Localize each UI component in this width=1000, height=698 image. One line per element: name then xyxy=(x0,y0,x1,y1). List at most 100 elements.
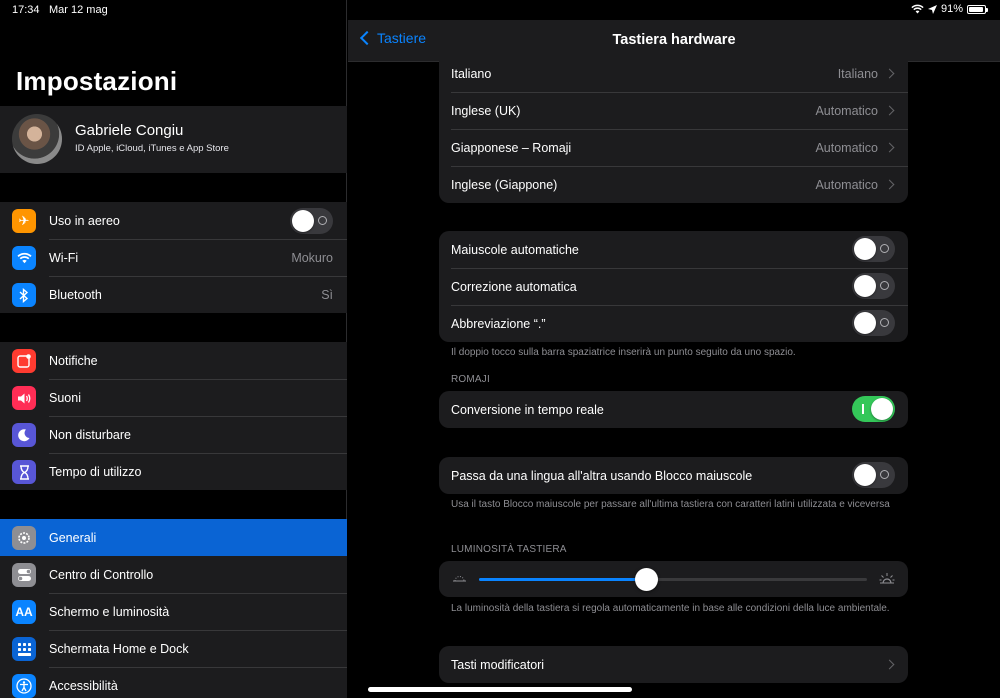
sidebar-item-label: Uso in aereo xyxy=(49,213,120,228)
gear-icon xyxy=(12,526,36,550)
sidebar-item-airplane-mode[interactable]: ✈ Uso in aereo xyxy=(0,202,347,239)
grid-icon xyxy=(12,637,36,661)
live-conversion-row: Conversione in tempo reale xyxy=(439,391,908,428)
sidebar-item-label: Accessibilità xyxy=(49,678,118,693)
option-label: Abbreviazione “.” xyxy=(451,316,546,331)
page-title: Tastiera hardware xyxy=(612,32,736,48)
option-label: Correzione automatica xyxy=(451,279,577,294)
accessibility-icon xyxy=(12,674,36,698)
keyboard-label: Giapponese – Romaji xyxy=(451,140,572,155)
status-bar: 17:34 Mar 12 mag 91% xyxy=(0,0,1000,20)
sidebar-item-home-dock[interactable]: Schermata Home e Dock xyxy=(0,630,347,667)
keyboard-row-japanese-romaji[interactable]: Giapponese – Romaji Automatico xyxy=(439,129,908,166)
brightness-slider-thumb[interactable] xyxy=(634,568,658,591)
avatar xyxy=(12,114,62,164)
chevron-right-icon xyxy=(884,659,895,670)
modifier-keys-list: Tasti modificatori xyxy=(439,646,908,683)
caps-lock-options-list: Passa da una lingua all'altra usando Blo… xyxy=(439,457,908,494)
keyboard-layout-value: Automatico xyxy=(815,140,878,155)
sidebar-item-wifi[interactable]: Wi-Fi Mokuro xyxy=(0,239,347,276)
sidebar-item-general[interactable]: Generali xyxy=(0,519,347,556)
sidebar-item-sounds[interactable]: Suoni xyxy=(0,379,347,416)
location-icon xyxy=(927,4,937,14)
option-label: Maiuscole automatiche xyxy=(451,242,579,257)
brightness-high-icon xyxy=(879,572,895,587)
airplane-icon: ✈ xyxy=(12,209,36,233)
keyboard-languages-list: Italiano Italiano Inglese (UK) Automatic… xyxy=(439,55,908,203)
sidebar-item-screen-time[interactable]: Tempo di utilizzo xyxy=(0,453,347,490)
caps-lock-footnote: Usa il tasto Blocco maiuscole per passar… xyxy=(451,499,890,510)
option-label: Conversione in tempo reale xyxy=(451,402,604,417)
keyboard-label: Inglese (UK) xyxy=(451,103,521,118)
period-shortcut-row: Abbreviazione “.” xyxy=(439,305,908,342)
sidebar-item-accessibility[interactable]: Accessibilità xyxy=(0,667,347,698)
keyboard-layout-value: Automatico xyxy=(815,103,878,118)
hourglass-icon xyxy=(12,460,36,484)
sidebar-item-do-not-disturb[interactable]: Non disturbare xyxy=(0,416,347,453)
sidebar-group-notifications: Notifiche Suoni Non disturbare Tempo di … xyxy=(0,342,347,490)
romaji-section-header: ROMAJI xyxy=(451,374,490,385)
brightness-footnote: La luminosità della tastiera si regola a… xyxy=(451,603,890,614)
auto-capitalization-toggle[interactable] xyxy=(852,236,895,262)
speaker-icon xyxy=(12,386,36,410)
sidebar-title: Impostazioni xyxy=(16,66,178,96)
sidebar-item-label: Suoni xyxy=(49,390,81,405)
sidebar-item-control-center[interactable]: Centro di Controllo xyxy=(0,556,347,593)
chevron-right-icon xyxy=(884,105,895,116)
sidebar-item-label: Schermo e luminosità xyxy=(49,604,170,619)
battery-percent: 91% xyxy=(940,3,963,15)
chevron-right-icon xyxy=(884,179,895,190)
home-indicator[interactable] xyxy=(368,687,632,692)
profile-subtitle: ID Apple, iCloud, iTunes e App Store xyxy=(75,143,229,154)
romaji-options-list: Conversione in tempo reale xyxy=(439,391,908,428)
keyboard-row-english-japan[interactable]: Inglese (Giappone) Automatico xyxy=(439,166,908,203)
sidebar-item-display[interactable]: AA Schermo e luminosità xyxy=(0,593,347,630)
sidebar-item-label: Tempo di utilizzo xyxy=(49,464,142,479)
period-shortcut-toggle[interactable] xyxy=(852,310,895,336)
sidebar-item-label: Bluetooth xyxy=(49,287,102,302)
keyboard-row-english-uk[interactable]: Inglese (UK) Automatico xyxy=(439,92,908,129)
status-right: 91% xyxy=(911,3,988,15)
option-label: Tasti modificatori xyxy=(451,657,545,672)
sidebar-item-bluetooth[interactable]: Bluetooth Sì xyxy=(0,276,347,313)
wifi-network-value: Mokuro xyxy=(291,250,333,265)
sidebar-group-connectivity: ✈ Uso in aereo Wi-Fi Mokuro Bluetooth Sì xyxy=(0,202,347,313)
chevron-right-icon xyxy=(884,142,895,153)
apple-id-profile[interactable]: Gabriele Congiu ID Apple, iCloud, iTunes… xyxy=(0,106,347,173)
caps-lock-language-switch-toggle[interactable] xyxy=(852,462,895,488)
options-footnote: Il doppio tocco sulla barra spaziatrice … xyxy=(451,347,796,358)
keyboard-layout-value: Automatico xyxy=(815,177,878,192)
sidebar-item-label: Centro di Controllo xyxy=(49,567,154,582)
settings-sidebar: Impostazioni Gabriele Congiu ID Apple, i… xyxy=(0,0,347,698)
wifi-status-icon xyxy=(911,4,924,14)
profile-name: Gabriele Congiu xyxy=(75,122,184,139)
brightness-slider[interactable] xyxy=(479,568,867,591)
moon-icon xyxy=(12,423,36,447)
brightness-slider-card xyxy=(439,561,908,597)
auto-correction-row: Correzione automatica xyxy=(439,268,908,305)
caps-lock-language-switch-row: Passa da una lingua all'altra usando Blo… xyxy=(439,457,908,494)
text-size-icon: AA xyxy=(12,600,36,624)
airplane-mode-toggle[interactable] xyxy=(290,208,333,234)
notifications-icon xyxy=(12,349,36,373)
auto-capitalization-row: Maiuscole automatiche xyxy=(439,231,908,268)
sidebar-item-label: Non disturbare xyxy=(49,427,131,442)
brightness-section-header: LUMINOSITÀ TASTIERA xyxy=(451,544,567,555)
sidebar-item-notifications[interactable]: Notifiche xyxy=(0,342,347,379)
sidebar-item-label: Generali xyxy=(49,530,97,545)
switches-icon xyxy=(12,563,36,587)
brightness-slider-fill xyxy=(479,578,646,581)
bluetooth-icon xyxy=(12,283,36,307)
keyboard-label: Italiano xyxy=(451,66,492,81)
chevron-right-icon xyxy=(884,68,895,79)
keyboard-layout-value: Italiano xyxy=(837,66,878,81)
modifier-keys-row[interactable]: Tasti modificatori xyxy=(439,646,908,683)
auto-correction-toggle[interactable] xyxy=(852,273,895,299)
live-conversion-toggle[interactable] xyxy=(852,396,895,422)
brightness-low-icon xyxy=(452,572,467,585)
option-label: Passa da una lingua all'altra usando Blo… xyxy=(451,468,753,483)
keyboard-row-italian[interactable]: Italiano Italiano xyxy=(439,55,908,92)
keyboard-label: Inglese (Giappone) xyxy=(451,177,558,192)
status-date: Mar 12 mag xyxy=(49,4,108,16)
typing-options-list: Maiuscole automatiche Correzione automat… xyxy=(439,231,908,342)
